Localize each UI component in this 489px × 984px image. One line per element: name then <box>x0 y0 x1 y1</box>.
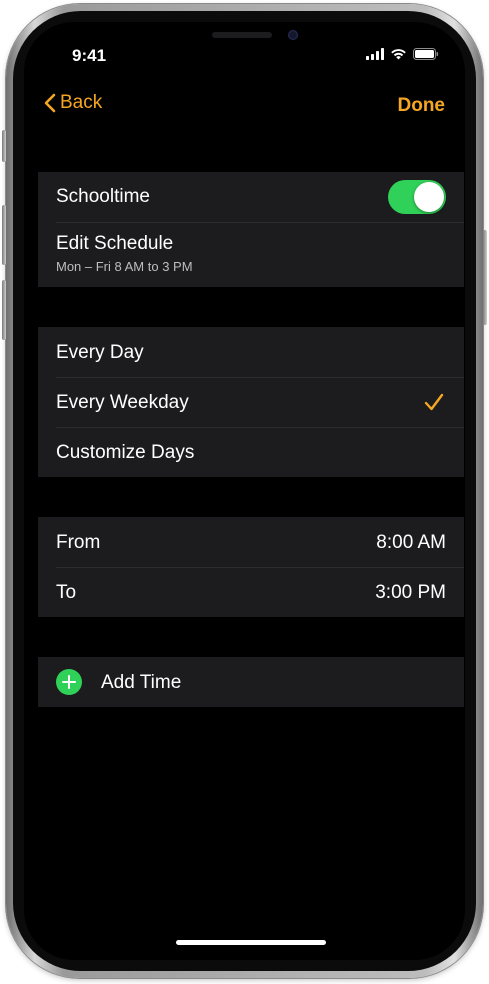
option-every-day[interactable]: Every Day <box>38 327 464 377</box>
time-range-group: From 8:00 AM To 3:00 PM <box>38 517 464 617</box>
schooltime-group: Schooltime Edit Schedule Mon – Fri 8 AM … <box>38 172 464 287</box>
plus-circle-icon <box>56 669 82 695</box>
schooltime-row: Schooltime <box>38 172 464 222</box>
side-button <box>483 230 487 325</box>
notch <box>128 22 361 56</box>
edit-schedule-row[interactable]: Edit Schedule Mon – Fri 8 AM to 3 PM <box>38 223 464 287</box>
phone-frame: 9:41 Back Done Schooltime Edit Schedule … <box>6 4 483 978</box>
silent-switch <box>2 130 6 162</box>
battery-icon <box>413 48 439 60</box>
cellular-signal-icon <box>366 48 384 60</box>
option-label: Every Weekday <box>56 392 189 413</box>
toggle-knob <box>414 182 444 212</box>
repeat-options-group: Every Day Every Weekday Customize Days <box>38 327 464 477</box>
speaker <box>212 32 272 38</box>
status-icons <box>366 48 439 60</box>
schooltime-toggle[interactable] <box>388 180 446 214</box>
back-label: Back <box>60 92 103 113</box>
option-label: Every Day <box>56 342 144 363</box>
option-label: Customize Days <box>56 442 195 463</box>
to-label: To <box>56 582 77 603</box>
option-customize-days[interactable]: Customize Days <box>38 427 464 477</box>
edit-schedule-label: Edit Schedule <box>56 233 174 254</box>
screen: 9:41 Back Done Schooltime Edit Schedule … <box>24 22 465 960</box>
to-value: 3:00 PM <box>375 582 446 603</box>
add-time-label: Add Time <box>101 672 182 693</box>
option-every-weekday[interactable]: Every Weekday <box>38 377 464 427</box>
front-camera <box>288 30 298 40</box>
volume-down-button <box>2 280 6 340</box>
schooltime-label: Schooltime <box>56 186 150 207</box>
edit-schedule-subtitle: Mon – Fri 8 AM to 3 PM <box>56 259 193 274</box>
from-row[interactable]: From 8:00 AM <box>38 517 464 567</box>
add-time-group: Add Time <box>38 657 464 707</box>
volume-up-button <box>2 205 6 265</box>
chevron-left-icon <box>44 93 56 113</box>
to-row[interactable]: To 3:00 PM <box>38 567 464 617</box>
from-label: From <box>56 532 101 553</box>
status-time: 9:41 <box>72 46 107 65</box>
done-button[interactable]: Done <box>398 95 446 117</box>
checkmark-icon <box>424 393 444 411</box>
from-value: 8:00 AM <box>376 532 446 553</box>
home-indicator[interactable] <box>176 940 326 945</box>
add-time-button[interactable]: Add Time <box>38 657 464 707</box>
wifi-icon <box>391 49 406 60</box>
back-button[interactable]: Back <box>44 92 102 114</box>
